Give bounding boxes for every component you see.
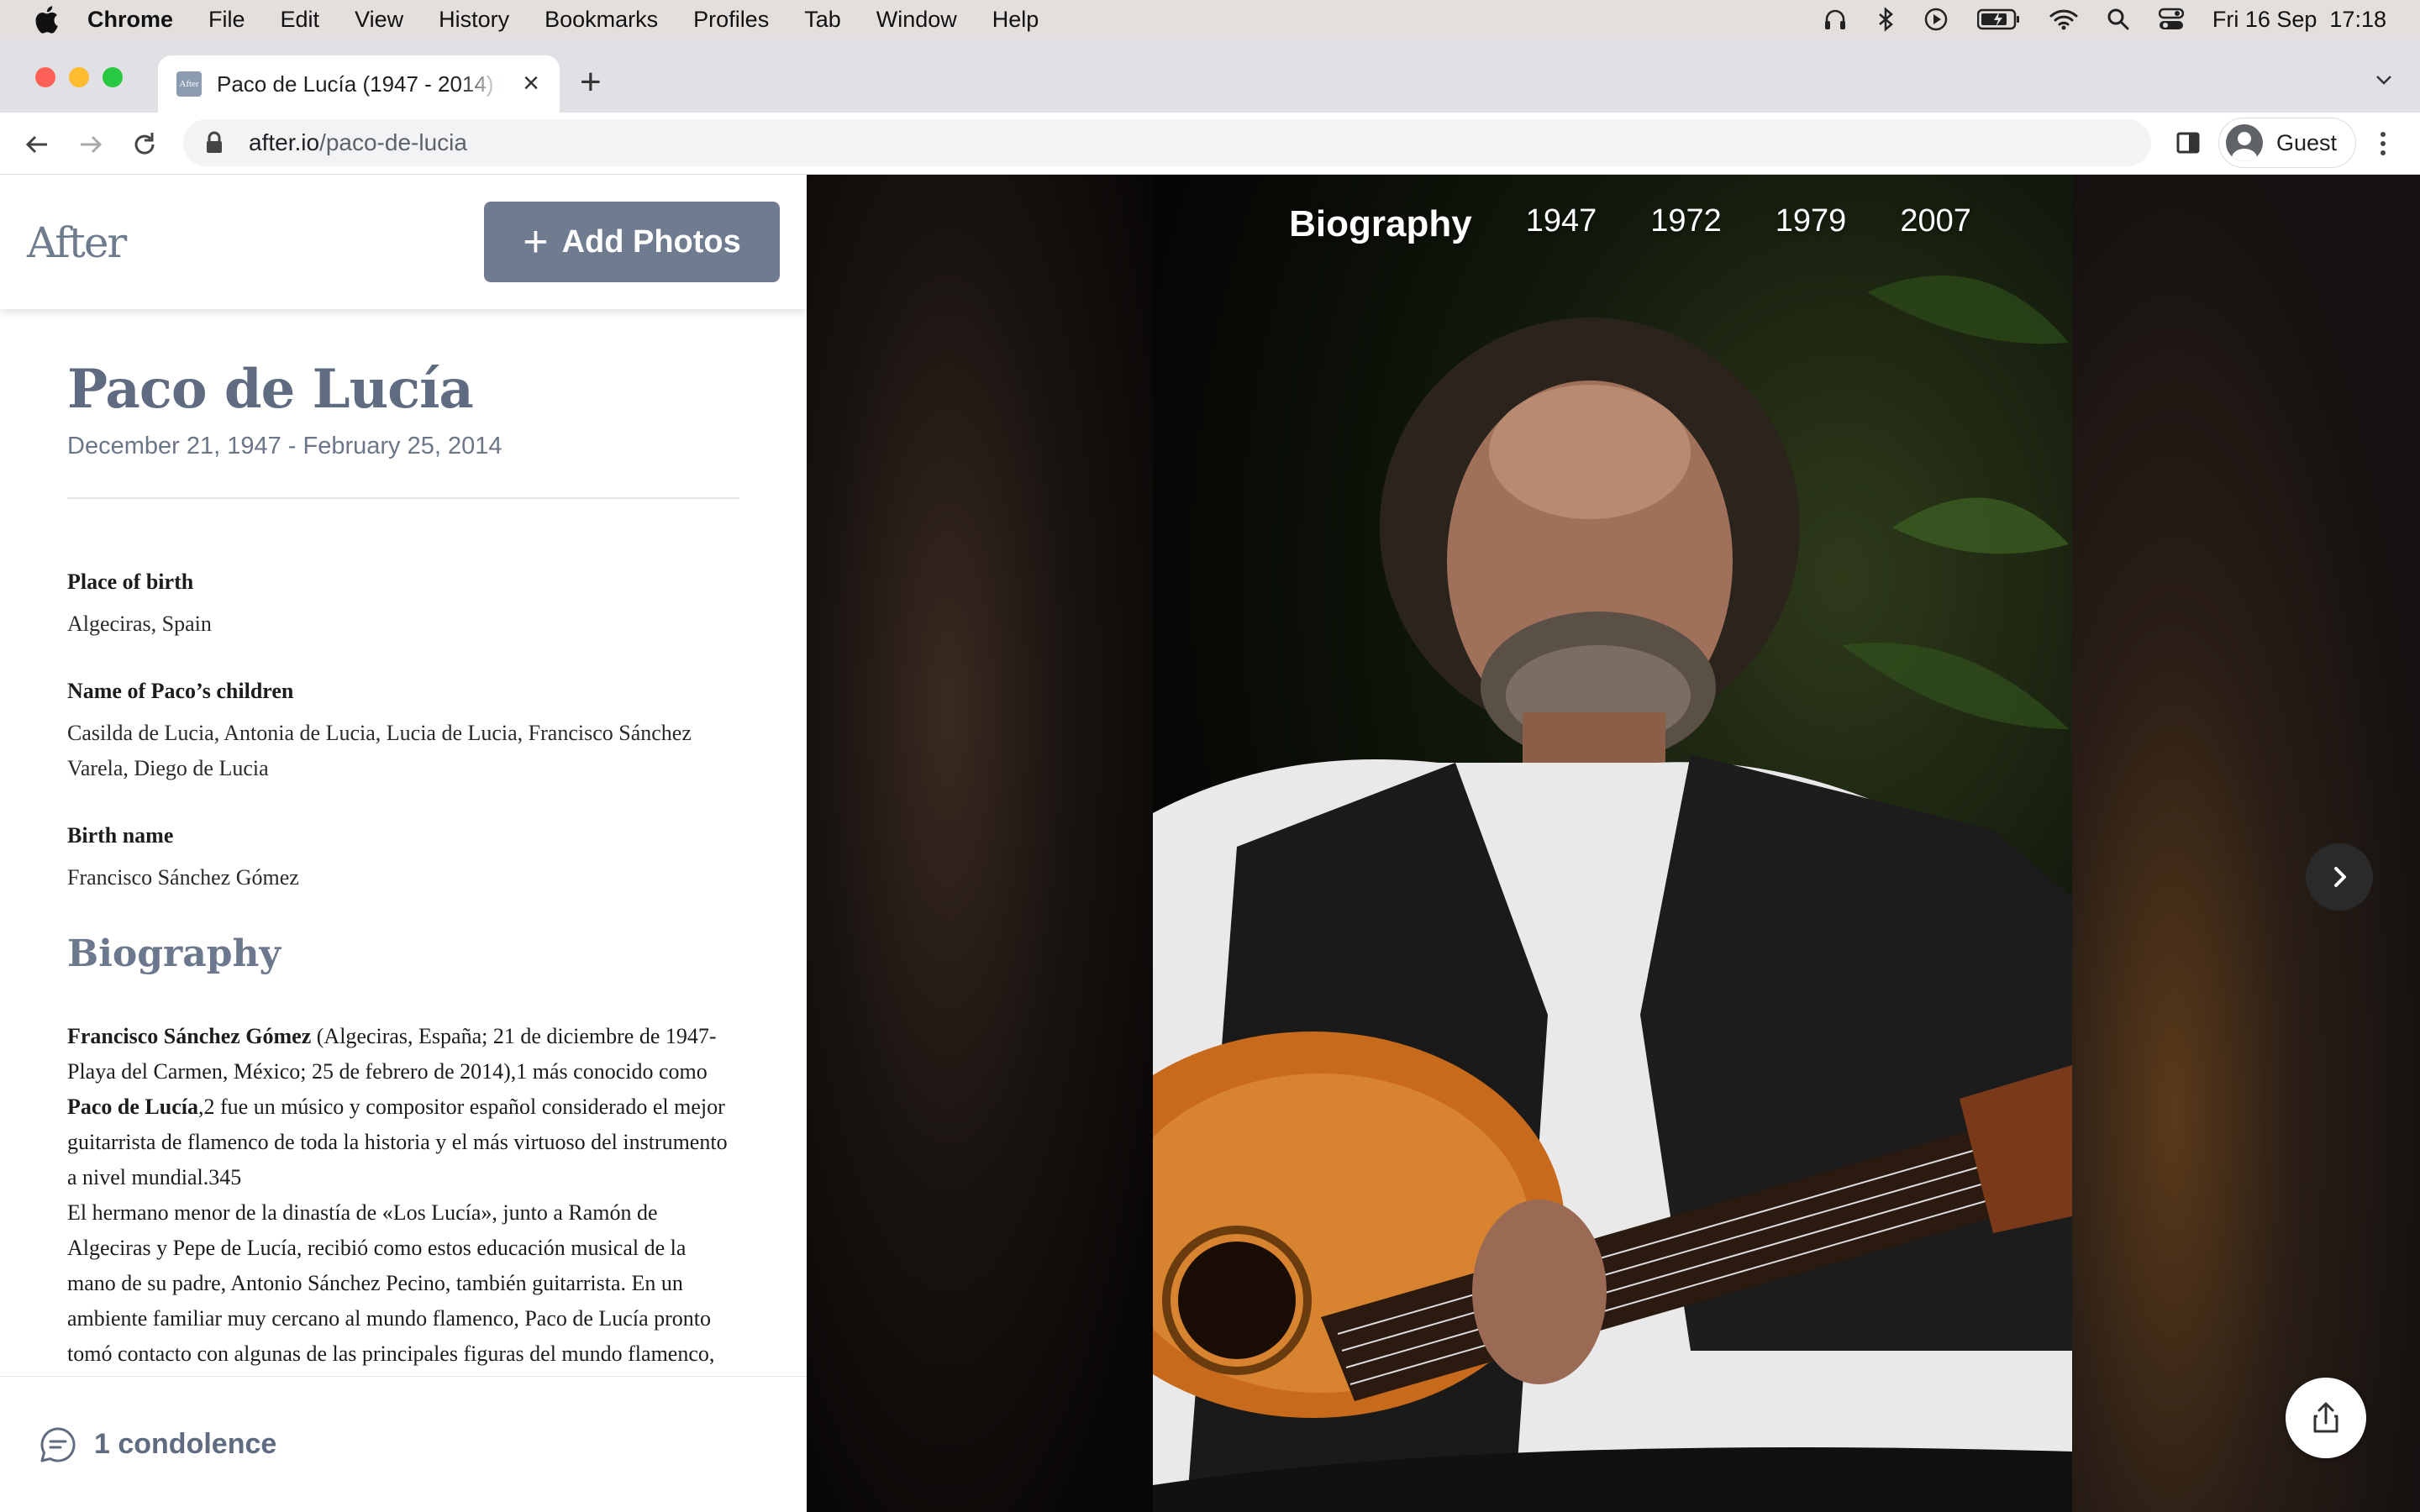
nav-year-1979[interactable]: 1979 bbox=[1776, 203, 1847, 245]
profile-label: Guest bbox=[2276, 129, 2338, 155]
condolences-bar[interactable]: 1 condolence bbox=[0, 1376, 807, 1512]
biography-text: Francisco Sánchez Gómez (Algeciras, Espa… bbox=[67, 1019, 739, 1407]
share-button[interactable] bbox=[2286, 1378, 2366, 1458]
page-content: After + Add Photos Paco de Lucía Decembe… bbox=[0, 175, 2420, 1512]
blurred-prev-photo bbox=[807, 175, 1160, 1512]
fact-label: Name of Paco’s children bbox=[67, 679, 294, 703]
condolences-count: 1 condolence bbox=[94, 1428, 277, 1460]
spotlight-search-icon[interactable] bbox=[2107, 8, 2130, 31]
avatar-icon bbox=[2226, 124, 2263, 161]
menu-tab[interactable]: Tab bbox=[804, 7, 841, 33]
menu-file[interactable]: File bbox=[208, 7, 245, 33]
memorial-dates: December 21, 1947 - February 25, 2014 bbox=[67, 433, 502, 459]
menu-window[interactable]: Window bbox=[876, 7, 957, 33]
biography-heading: Biography bbox=[67, 932, 281, 975]
gallery-photo bbox=[1153, 175, 2072, 1512]
blurred-next-photo bbox=[2067, 175, 2420, 1512]
address-bar[interactable]: after.io/paco-de-lucia bbox=[183, 119, 2151, 166]
photo-gallery: Biography 1947 1972 1979 2007 bbox=[807, 175, 2420, 1512]
next-photo-button[interactable] bbox=[2306, 843, 2373, 911]
window-zoom-button[interactable] bbox=[103, 67, 123, 87]
bluetooth-icon[interactable] bbox=[1876, 7, 1895, 32]
fact-label: Birth name bbox=[67, 823, 174, 848]
add-photos-button[interactable]: + Add Photos bbox=[484, 202, 780, 282]
url-path: /paco-de-lucia bbox=[319, 129, 467, 155]
window-close-button[interactable] bbox=[35, 67, 55, 87]
browser-menu-icon[interactable] bbox=[2375, 128, 2391, 160]
tab-close-icon[interactable]: × bbox=[518, 69, 544, 97]
headphones-icon[interactable] bbox=[1823, 7, 1848, 32]
memorial-sidebar: After + Add Photos Paco de Lucía Decembe… bbox=[0, 175, 807, 1512]
lock-icon[interactable] bbox=[205, 131, 224, 155]
apple-icon[interactable] bbox=[34, 5, 62, 34]
url-text[interactable]: after.io/paco-de-lucia bbox=[249, 129, 467, 156]
reload-icon[interactable] bbox=[128, 128, 161, 161]
menubar-clock[interactable]: Fri 16 Sep 17:18 bbox=[2212, 7, 2386, 33]
wifi-icon[interactable] bbox=[2049, 8, 2078, 31]
menu-history[interactable]: History bbox=[439, 7, 509, 33]
menu-edit[interactable]: Edit bbox=[281, 7, 320, 33]
battery-icon[interactable] bbox=[1976, 8, 2021, 30]
fact-place-of-birth: Place of birth Algeciras, Spain bbox=[67, 570, 739, 642]
fact-value: Francisco Sánchez Gómez bbox=[67, 865, 299, 890]
url-host: after.io bbox=[249, 129, 320, 155]
fact-value: Algeciras, Spain bbox=[67, 612, 212, 636]
nav-year-2007[interactable]: 2007 bbox=[1900, 203, 1971, 245]
divider bbox=[67, 497, 739, 499]
browser-tab-active[interactable]: After Paco de Lucía (1947 - 2014) Memori… bbox=[158, 55, 560, 113]
memorial-name: Paco de Lucía bbox=[67, 358, 474, 421]
bio-birth-name: Francisco Sánchez Gómez bbox=[67, 1024, 312, 1048]
add-photos-label: Add Photos bbox=[561, 223, 741, 260]
share-icon bbox=[2313, 1402, 2338, 1433]
fact-value: Casilda de Lucia, Antonia de Lucia, Luci… bbox=[67, 721, 692, 780]
new-tab-button[interactable]: + bbox=[580, 64, 602, 101]
nav-year-1947[interactable]: 1947 bbox=[1526, 203, 1597, 245]
now-playing-icon[interactable] bbox=[1923, 7, 1949, 32]
window-minimize-button[interactable] bbox=[69, 67, 89, 87]
site-logo[interactable]: After bbox=[27, 218, 127, 267]
tab-title: Paco de Lucía (1947 - 2014) Memorial bbox=[217, 71, 502, 97]
menu-app-name[interactable]: Chrome bbox=[87, 7, 173, 33]
nav-biography[interactable]: Biography bbox=[1289, 203, 1472, 245]
gallery-timeline-nav: Biography 1947 1972 1979 2007 bbox=[807, 203, 2420, 245]
profile-button[interactable]: Guest bbox=[2218, 118, 2357, 168]
plus-icon: + bbox=[523, 218, 549, 266]
bio-stage-name: Paco de Lucía bbox=[67, 1095, 198, 1119]
menu-help[interactable]: Help bbox=[992, 7, 1039, 33]
bio-paragraph-1: Francisco Sánchez Gómez (Algeciras, Espa… bbox=[67, 1019, 739, 1195]
menu-profiles[interactable]: Profiles bbox=[693, 7, 769, 33]
menu-bookmarks[interactable]: Bookmarks bbox=[544, 7, 658, 33]
site-header: After + Add Photos bbox=[0, 175, 807, 309]
chat-bubble-icon bbox=[39, 1425, 77, 1464]
back-arrow-icon[interactable] bbox=[20, 128, 54, 161]
chevron-right-icon bbox=[2334, 867, 2346, 887]
forward-arrow-icon[interactable] bbox=[74, 128, 108, 161]
nav-year-1972[interactable]: 1972 bbox=[1650, 203, 1722, 245]
facts-list: Place of birth Algeciras, Spain Name of … bbox=[67, 570, 739, 895]
fact-children: Name of Paco’s children Casilda de Lucia… bbox=[67, 679, 739, 786]
side-panel-icon[interactable] bbox=[2175, 129, 2202, 156]
site-favicon: After bbox=[176, 71, 202, 97]
macos-menubar: Chrome File Edit View History Bookmarks … bbox=[0, 0, 2420, 39]
control-center-icon[interactable] bbox=[2158, 8, 2184, 31]
browser-tabstrip: After Paco de Lucía (1947 - 2014) Memori… bbox=[0, 39, 2420, 113]
browser-toolbar: after.io/paco-de-lucia Guest bbox=[0, 113, 2420, 175]
tab-search-chevron-icon[interactable] bbox=[2373, 69, 2395, 91]
fact-birth-name: Birth name Francisco Sánchez Gómez bbox=[67, 823, 739, 895]
memorial-details: Paco de Lucía December 21, 1947 - Februa… bbox=[67, 358, 739, 1407]
fact-label: Place of birth bbox=[67, 570, 194, 594]
menu-view[interactable]: View bbox=[355, 7, 403, 33]
